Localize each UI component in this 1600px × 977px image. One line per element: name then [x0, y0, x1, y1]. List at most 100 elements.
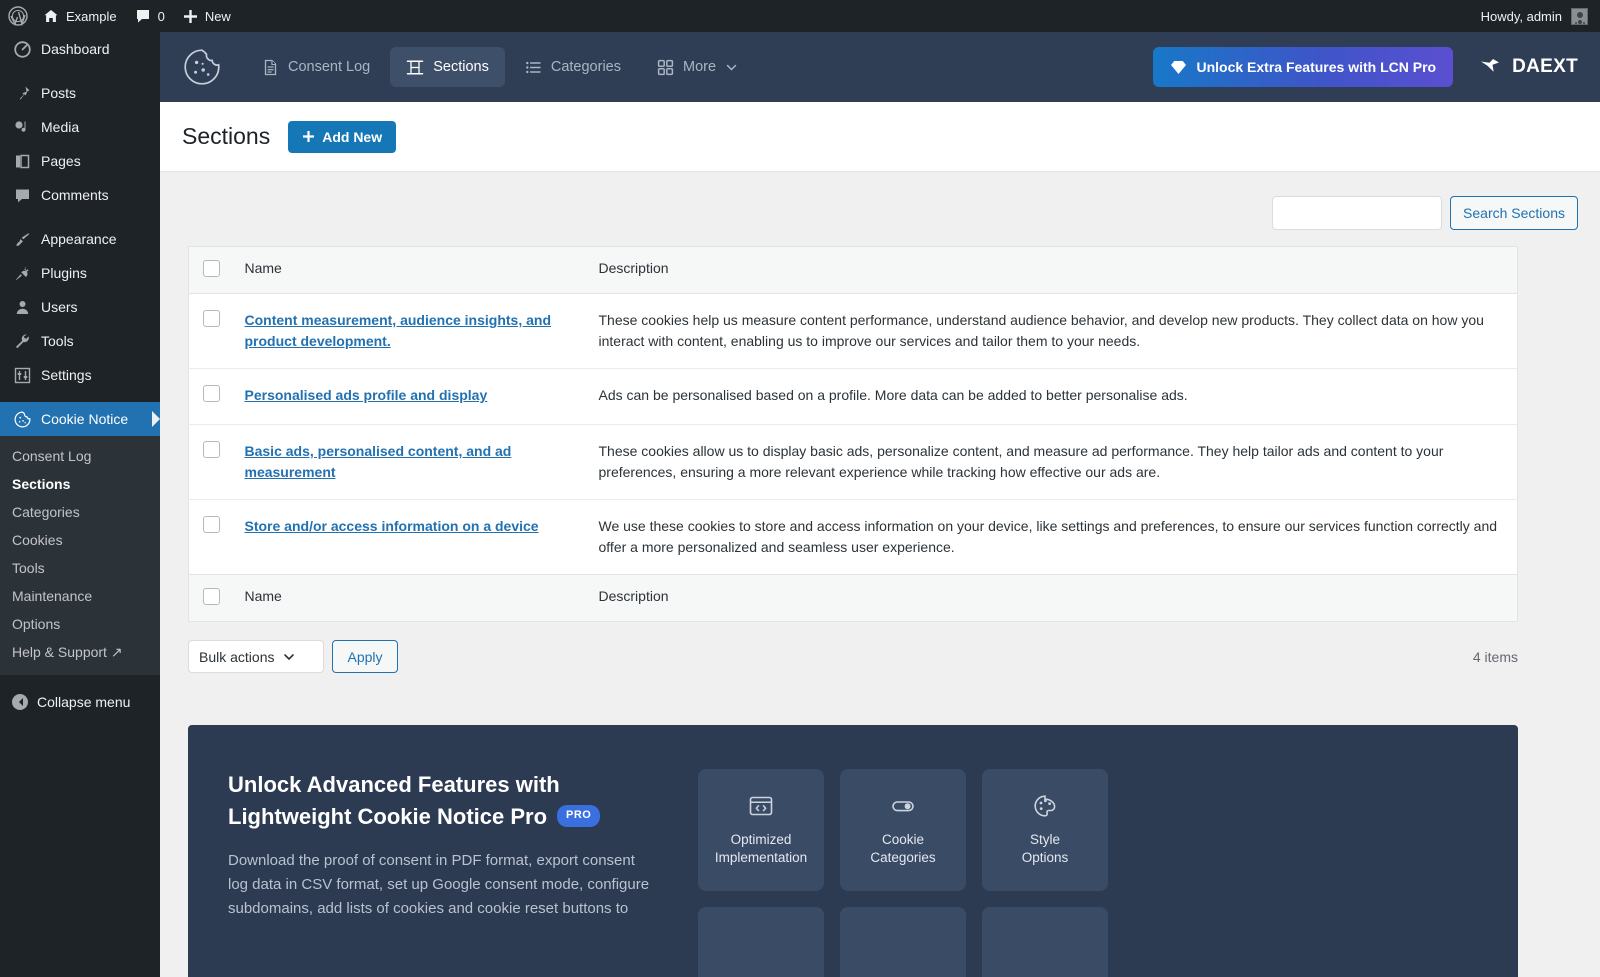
bulk-actions-select[interactable]: Bulk actions — [188, 640, 325, 673]
column-header-description[interactable]: Description — [586, 246, 1518, 294]
comment-count: 0 — [157, 8, 165, 24]
sidebar-item-label: Posts — [41, 85, 77, 101]
column-footer-name[interactable]: Name — [234, 574, 587, 622]
plus-icon — [183, 9, 198, 24]
wrench-icon — [12, 333, 32, 350]
sidebar-item-plugins[interactable]: Plugins — [0, 256, 160, 290]
chevron-down-icon — [725, 61, 738, 74]
sidebar-item-users[interactable]: Users — [0, 290, 160, 324]
search-input[interactable] — [1272, 196, 1443, 230]
bulk-actions-label: Bulk actions — [199, 648, 275, 665]
submenu-item-help-and-support[interactable]: Help & Support ↗ — [0, 638, 160, 667]
unlock-pro-label: Unlock Extra Features with LCN Pro — [1196, 59, 1437, 75]
comments-menu[interactable]: 0 — [126, 0, 174, 32]
feature-card-optimized-implementation[interactable]: Optimized Implementation — [698, 769, 824, 891]
sidebar-item-cookie-notice[interactable]: Cookie Notice — [0, 402, 160, 436]
search-sections-button[interactable]: Search Sections — [1450, 196, 1578, 230]
sidebar-item-label: Media — [41, 119, 80, 135]
palette-icon — [1032, 793, 1058, 819]
pro-badge: PRO — [557, 804, 601, 827]
submenu-item-options[interactable]: Options — [0, 610, 160, 638]
feature-card-style-options[interactable]: Style Options — [982, 769, 1108, 891]
unlock-pro-button[interactable]: Unlock Extra Features with LCN Pro — [1153, 47, 1454, 87]
document-icon — [262, 59, 279, 76]
diamond-icon — [1170, 59, 1187, 76]
page-header: Sections Add New — [160, 102, 1600, 172]
sidebar-item-dashboard[interactable]: Dashboard — [0, 32, 160, 66]
row-description-cell: Ads can be personalised based on a profi… — [586, 368, 1518, 425]
site-name-menu[interactable]: Example — [34, 0, 126, 32]
tab-consent-log[interactable]: Consent Log — [246, 47, 386, 87]
sidebar-item-settings[interactable]: Settings — [0, 358, 160, 392]
tab-label: Sections — [433, 59, 489, 75]
apply-button[interactable]: Apply — [332, 640, 398, 673]
submenu-item-categories[interactable]: Categories — [0, 498, 160, 526]
plus-icon — [302, 130, 315, 143]
row-checkbox[interactable] — [203, 441, 220, 458]
wordpress-logo-icon[interactable] — [0, 0, 34, 32]
sidebar-item-label: Settings — [41, 367, 92, 383]
section-name-link[interactable]: Content measurement, audience insights, … — [245, 312, 552, 349]
row-checkbox[interactable] — [203, 516, 220, 533]
my-account-menu[interactable]: Howdy, admin — [1481, 7, 1600, 25]
table-row: Content measurement, audience insights, … — [188, 293, 1518, 369]
page-title: Sections — [182, 123, 271, 149]
tab-more[interactable]: More — [641, 47, 754, 87]
sidebar-item-comments[interactable]: Comments — [0, 178, 160, 212]
section-name-link[interactable]: Store and/or access information on a dev… — [245, 518, 539, 534]
row-checkbox[interactable] — [203, 385, 220, 402]
daext-brand[interactable]: DAEXT — [1479, 56, 1578, 78]
submenu-item-maintenance[interactable]: Maintenance — [0, 582, 160, 610]
sidebar-item-label: Dashboard — [41, 41, 110, 57]
select-all-checkbox[interactable] — [203, 260, 220, 277]
grid-icon — [657, 59, 674, 76]
pages-icon — [12, 153, 32, 170]
sidebar-item-label: Plugins — [41, 265, 87, 281]
sidebar-item-label: Pages — [41, 153, 81, 169]
new-content-menu[interactable]: New — [174, 0, 240, 32]
column-header-name[interactable]: Name — [234, 246, 587, 294]
submenu-item-tools[interactable]: Tools — [0, 554, 160, 582]
add-new-button[interactable]: Add New — [288, 120, 397, 153]
submenu-item-cookies[interactable]: Cookies — [0, 526, 160, 554]
select-all-footer — [188, 574, 235, 622]
user-icon — [12, 299, 32, 316]
tab-sections[interactable]: Sections — [390, 47, 505, 87]
section-name-link[interactable]: Basic ads, personalised content, and ad … — [245, 443, 512, 480]
sidebar-item-pages[interactable]: Pages — [0, 144, 160, 178]
sidebar-item-tools[interactable]: Tools — [0, 324, 160, 358]
feature-card-cookie-categories[interactable]: Cookie Categories — [840, 769, 966, 891]
sidebar-item-posts[interactable]: Posts — [0, 76, 160, 110]
row-description-cell: These cookies allow us to display basic … — [586, 424, 1518, 500]
avatar — [1571, 7, 1588, 25]
admin-page: Example 0 New Howdy, admin Dashboard Pos… — [0, 0, 1600, 977]
sidebar-item-appearance[interactable]: Appearance — [0, 222, 160, 256]
submenu-item-consent-log[interactable]: Consent Log — [0, 442, 160, 470]
column-footer-description[interactable]: Description — [586, 574, 1518, 622]
row-checkbox[interactable] — [203, 310, 220, 327]
row-select-cell — [188, 368, 235, 425]
cookie-icon — [12, 411, 32, 428]
home-icon — [43, 8, 59, 24]
sidebar-item-media[interactable]: Media — [0, 110, 160, 144]
tab-categories[interactable]: Categories — [509, 47, 637, 87]
row-name-cell: Personalised ads profile and display — [234, 368, 587, 425]
brush-icon — [12, 231, 32, 248]
feature-card-row2-1[interactable] — [698, 907, 824, 977]
submenu-item-sections[interactable]: Sections — [0, 470, 160, 498]
bulk-actions-row: Bulk actions Apply 4 items — [188, 622, 1518, 673]
table-footer-row: Name Description — [188, 574, 1518, 622]
add-new-label: Add New — [322, 128, 383, 145]
collapse-menu-button[interactable]: Collapse menu — [0, 685, 160, 719]
sidebar-item-label: Comments — [41, 187, 109, 203]
promo-text-block: Unlock Advanced Features with Lightweigh… — [228, 769, 658, 977]
menu-separator — [0, 392, 160, 402]
section-name-link[interactable]: Personalised ads profile and display — [245, 387, 488, 403]
feature-card-row2-2[interactable] — [840, 907, 966, 977]
sections-icon — [406, 59, 424, 76]
sidebar-item-label: Users — [41, 299, 78, 315]
cookie-notice-submenu: Consent Log Sections Categories Cookies … — [0, 436, 160, 675]
select-all-checkbox-footer[interactable] — [203, 588, 220, 605]
feature-card-row2-3[interactable] — [982, 907, 1108, 977]
menu-separator — [0, 212, 160, 222]
